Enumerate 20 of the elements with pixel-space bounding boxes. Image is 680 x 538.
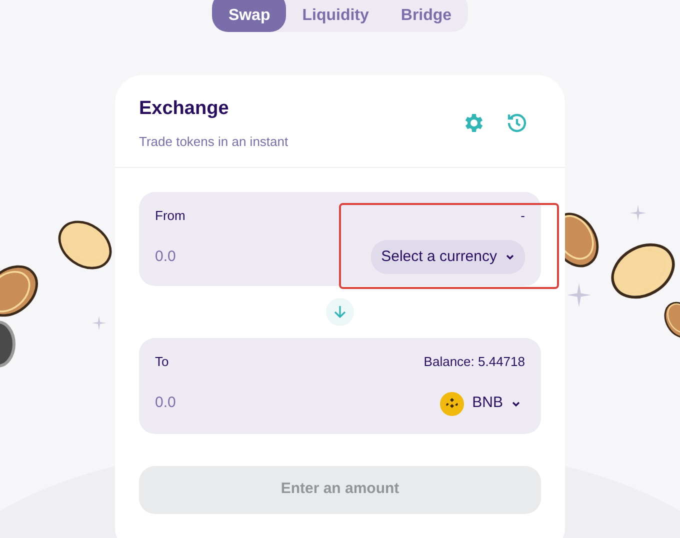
amount-input[interactable]: 0.0 — [155, 392, 283, 415]
panel-label: From — [155, 207, 186, 225]
sparkle-icon — [92, 316, 106, 330]
sparkle-icon — [567, 283, 591, 307]
balance-text: - — [520, 207, 525, 225]
history-icon[interactable] — [505, 111, 529, 135]
sparkle-icon — [630, 205, 646, 221]
arrow-down-icon — [332, 304, 348, 320]
token-logo-icon — [440, 392, 464, 416]
swap-direction-button[interactable] — [326, 298, 354, 326]
tab[interactable]: Bridge — [384, 0, 468, 32]
currency-select-button[interactable]: BNB — [436, 386, 525, 422]
panel-label: To — [155, 353, 169, 371]
currency-select-button[interactable]: Select a currency — [371, 240, 525, 274]
tab[interactable]: Swap — [212, 0, 286, 32]
balance-text: Balance: 5.44718 — [424, 353, 525, 371]
tab[interactable]: Liquidity — [286, 0, 385, 32]
amount-input[interactable]: 0.0 — [155, 246, 283, 268]
card-subtitle: Trade tokens in an instant — [139, 132, 288, 150]
card-title: Exchange — [139, 97, 230, 121]
